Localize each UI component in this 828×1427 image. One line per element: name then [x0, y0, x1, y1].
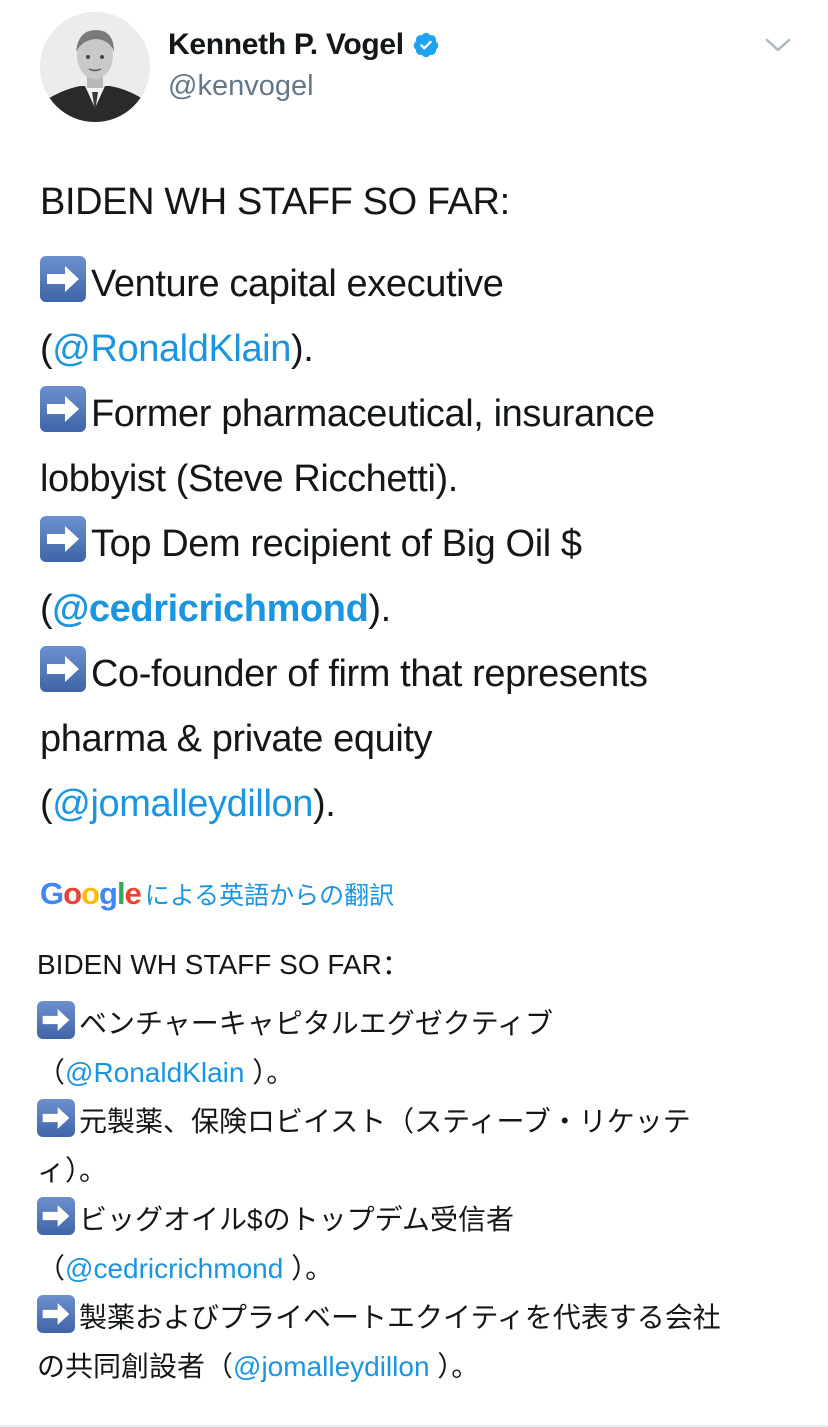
translation-item-3: ビッグオイル$のトップデム受信者 （@cedricrichmond ）。	[37, 1195, 807, 1293]
tweet-text: BIDEN WH STAFF SO FAR: Venture capital e…	[40, 170, 800, 837]
translation-item-2: 元製薬、保険ロビイスト（スティーブ・リケッテ ィ）。	[37, 1097, 807, 1195]
right-arrow-emoji-icon	[40, 256, 86, 302]
tweet-header: Kenneth P. Vogel @kenvogel	[0, 0, 828, 140]
tweet-item-2: Former pharmaceutical, insurance lobbyis…	[40, 382, 800, 512]
tweet-item-4: Co-founder of firm that represents pharm…	[40, 642, 800, 837]
mention-cedricrichmond[interactable]: @cedricrichmond	[52, 588, 369, 630]
translated-by-google[interactable]: Google による英語からの翻訳	[40, 876, 394, 912]
tweet-item-1: Venture capital executive (@RonaldKlain)…	[40, 252, 800, 382]
right-arrow-emoji-icon	[40, 646, 86, 692]
right-arrow-emoji-icon	[37, 1197, 75, 1235]
translation-item-4: 製薬およびプライベートエクイティを代表する会社 の共同創設者（@jomalley…	[37, 1293, 807, 1391]
right-arrow-emoji-icon	[37, 1001, 75, 1039]
translation-title: BIDEN WH STAFF SO FAR：	[37, 949, 410, 980]
translation-item-1: ベンチャーキャピタルエグゼクティブ （@RonaldKlain ）。	[37, 999, 807, 1097]
right-arrow-emoji-icon	[37, 1295, 75, 1333]
mention-jomalleydillon[interactable]: @jomalleydillon	[52, 783, 313, 825]
translated-text: BIDEN WH STAFF SO FAR： ベンチャーキャピタルエグゼクティブ…	[37, 940, 807, 1391]
chevron-down-icon[interactable]	[764, 34, 792, 56]
author-handle[interactable]: @kenvogel	[168, 70, 314, 103]
right-arrow-emoji-icon	[37, 1099, 75, 1137]
mention-ronaldklain[interactable]: @RonaldKlain	[65, 1057, 244, 1088]
author-name[interactable]: Kenneth P. Vogel	[168, 28, 404, 62]
translation-label: による英語からの翻訳	[144, 882, 395, 910]
person-photo	[40, 12, 150, 122]
right-arrow-emoji-icon	[40, 386, 86, 432]
google-logo: Google	[40, 876, 142, 911]
author-avatar[interactable]	[40, 12, 150, 122]
right-arrow-emoji-icon	[40, 516, 86, 562]
verified-badge-icon	[413, 32, 439, 58]
author-name-row[interactable]: Kenneth P. Vogel	[168, 28, 440, 62]
mention-jomalleydillon[interactable]: @jomalleydillon	[233, 1351, 430, 1382]
mention-cedricrichmond[interactable]: @cedricrichmond	[65, 1253, 283, 1284]
tweet-item-3: Top Dem recipient of Big Oil $ (@cedricr…	[40, 512, 800, 642]
tweet-title: BIDEN WH STAFF SO FAR:	[40, 181, 510, 223]
mention-ronaldklain[interactable]: @RonaldKlain	[52, 328, 291, 370]
